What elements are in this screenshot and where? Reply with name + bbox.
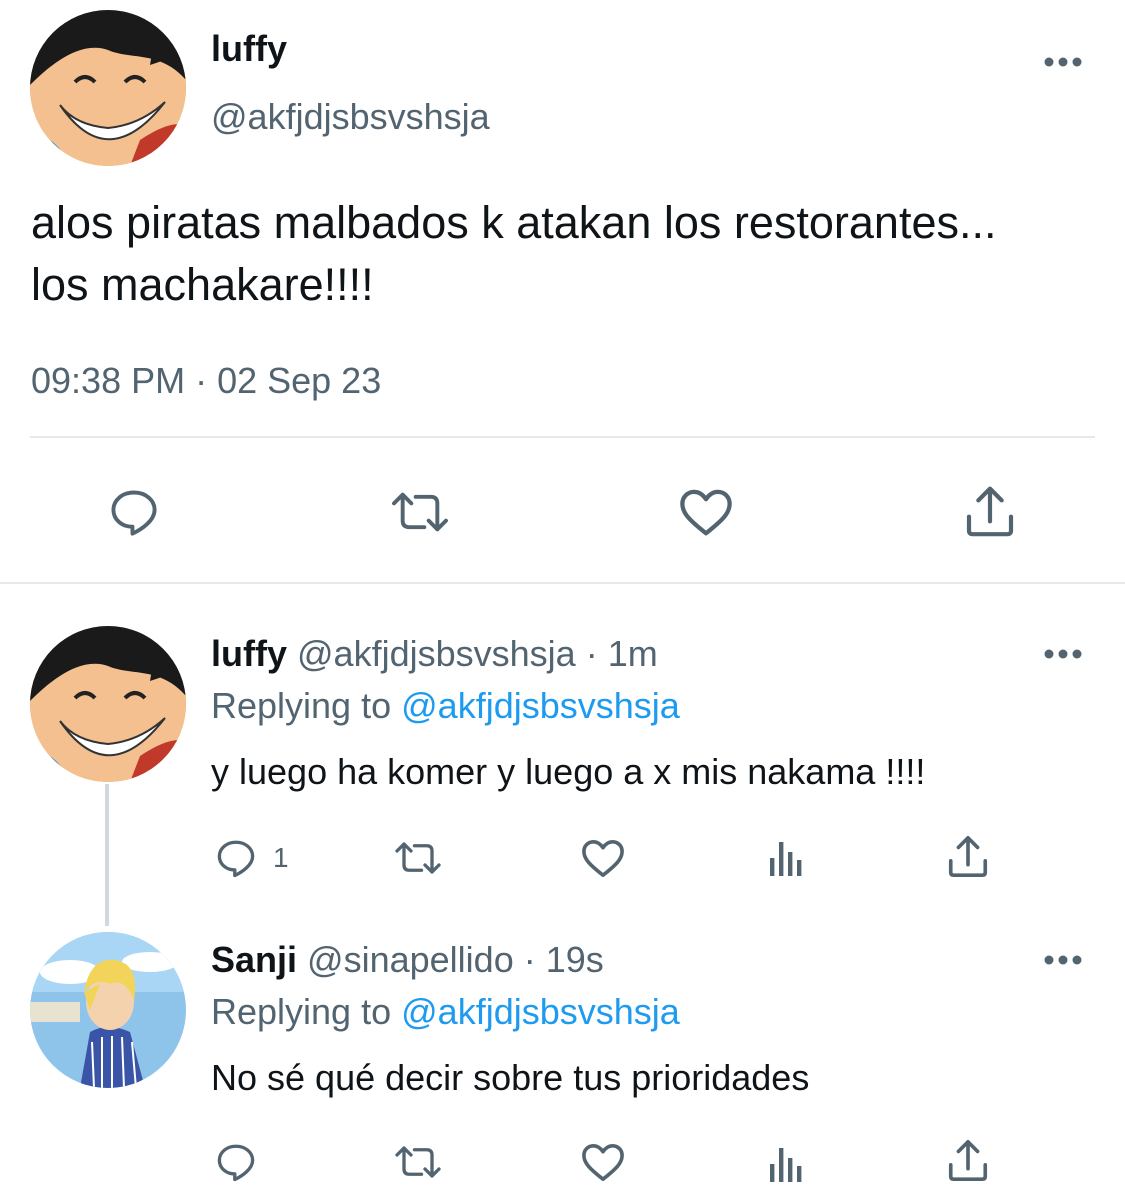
like-button[interactable] xyxy=(578,836,628,880)
reply-avatar[interactable] xyxy=(30,932,186,1088)
share-button[interactable] xyxy=(944,834,992,880)
like-icon xyxy=(582,839,624,877)
retweet-icon xyxy=(392,492,448,532)
more-options-icon[interactable] xyxy=(1043,56,1083,68)
retweet-icon xyxy=(395,1146,441,1178)
retweet-button[interactable] xyxy=(390,1140,446,1184)
analytics-button[interactable] xyxy=(762,1142,810,1186)
like-button[interactable] xyxy=(578,1140,628,1184)
reply-count: 1 xyxy=(273,842,289,873)
tweet-text: alos piratas malbados k atakan los resto… xyxy=(31,197,997,310)
reply-icon xyxy=(217,840,255,878)
reply-button[interactable] xyxy=(212,836,260,880)
reply-author-handle[interactable]: @akfjdjsbsvshsja xyxy=(297,633,576,674)
analytics-icon xyxy=(770,842,802,876)
author-name[interactable]: luffy xyxy=(211,28,287,70)
like-button[interactable] xyxy=(676,484,736,540)
replying-to-label: Replying to xyxy=(211,685,392,726)
replying-to-label: Replying to xyxy=(211,991,392,1032)
reply-header: Sanji @sinapellido · 19s xyxy=(211,940,604,980)
reply-icon xyxy=(217,1144,255,1182)
sanji-avatar-icon xyxy=(30,932,186,1088)
reply-author-handle[interactable]: @sinapellido xyxy=(307,939,514,980)
separator-dot: · xyxy=(523,939,536,980)
replying-to-mention[interactable]: @akfjdjsbsvshsja xyxy=(401,685,680,726)
reply-avatar[interactable] xyxy=(30,626,186,782)
reply-author-name[interactable]: Sanji xyxy=(211,939,297,980)
like-icon xyxy=(680,489,732,536)
reply-button[interactable] xyxy=(212,1140,260,1184)
author-avatar[interactable] xyxy=(30,10,186,166)
divider xyxy=(30,436,1095,438)
more-options-icon[interactable] xyxy=(1043,954,1083,966)
reply-time[interactable]: 1m xyxy=(608,633,658,674)
separator-dot: · xyxy=(585,633,598,674)
like-icon xyxy=(582,1143,624,1181)
share-icon xyxy=(966,486,1014,537)
replying-to: Replying to @akfjdjsbsvshsja xyxy=(211,992,680,1032)
analytics-icon xyxy=(770,1148,802,1182)
luffy-avatar-icon xyxy=(30,10,186,166)
retweet-button[interactable] xyxy=(385,484,455,540)
reply-header: luffy @akfjdjsbsvshsja · 1m xyxy=(211,634,658,674)
share-button[interactable] xyxy=(944,1138,992,1184)
section-divider xyxy=(0,582,1125,584)
retweet-icon xyxy=(395,842,441,874)
thread-connector xyxy=(105,784,109,926)
reply-text: No sé qué decir sobre tus prioridades xyxy=(211,1057,810,1098)
reply-icon xyxy=(111,490,157,536)
share-button[interactable] xyxy=(960,482,1020,542)
luffy-avatar-icon xyxy=(30,626,186,782)
author-handle[interactable]: @akfjdjsbsvshsja xyxy=(211,96,490,138)
reply-button[interactable] xyxy=(104,484,164,540)
share-icon xyxy=(948,836,988,878)
replying-to: Replying to @akfjdjsbsvshsja xyxy=(211,686,680,726)
more-options-icon[interactable] xyxy=(1043,648,1083,660)
replying-to-mention[interactable]: @akfjdjsbsvshsja xyxy=(401,991,680,1032)
reply-text: y luego ha komer y luego a x mis nakama … xyxy=(211,751,926,792)
tweet-timestamp[interactable]: 09:38 PM · 02 Sep 23 xyxy=(31,360,381,402)
reply-time[interactable]: 19s xyxy=(546,939,604,980)
reply-author-name[interactable]: luffy xyxy=(211,633,287,674)
analytics-button[interactable] xyxy=(762,836,810,880)
retweet-button[interactable] xyxy=(390,836,446,880)
share-icon xyxy=(948,1140,988,1182)
